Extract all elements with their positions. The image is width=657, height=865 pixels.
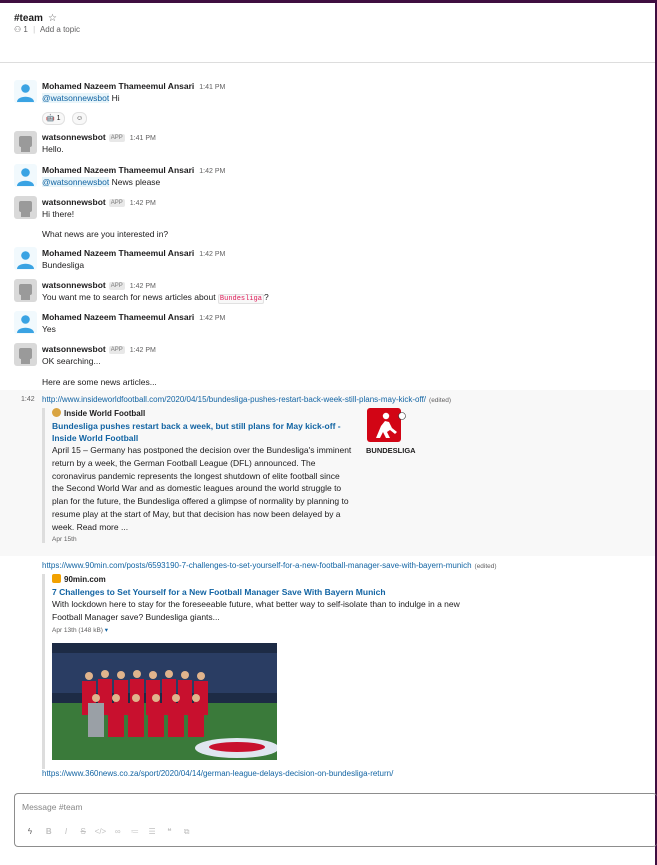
site-favicon-icon <box>52 408 61 417</box>
code-icon[interactable]: </> <box>94 827 107 836</box>
bundesliga-logo-thumbnail[interactable]: BUNDESLIGA <box>364 408 416 456</box>
user-name[interactable]: Mohamed Nazeem Thameemul Ansari <box>42 81 194 91</box>
edited-label: (edited) <box>429 397 452 404</box>
timestamp[interactable]: 1:41 PM <box>199 84 225 91</box>
italic-icon[interactable]: I <box>59 827 72 836</box>
timestamp[interactable]: 1:42 PM <box>199 168 225 175</box>
timestamp[interactable]: 1:42 PM <box>130 283 156 290</box>
formatting-toolbar: ϟ B I S </> ∞ ≔ ☰ ❝ ⧉ <box>22 827 195 839</box>
star-icon[interactable]: ☆ <box>48 13 57 24</box>
message-text: Yes <box>42 324 56 334</box>
user-name[interactable]: Mohamed Nazeem Thameemul Ansari <box>42 165 194 175</box>
message-text: Hi there! <box>42 209 75 219</box>
bot-avatar[interactable] <box>14 196 37 219</box>
app-badge: APP <box>108 346 125 354</box>
app-badge: APP <box>108 134 125 142</box>
user-name[interactable]: watsonnewsbot <box>42 280 106 290</box>
robot-icon: 🤖 <box>46 115 55 122</box>
message-text: Bundesliga <box>42 260 85 270</box>
message-text: You want me to search for news articles … <box>42 292 218 302</box>
strike-icon[interactable]: S <box>77 827 90 836</box>
add-reaction-button[interactable]: ☺ <box>72 112 88 125</box>
caret-down-icon[interactable]: ▾ <box>105 627 108 634</box>
preview-date: Apr 13th (148 kB) ▾ <box>52 626 472 634</box>
message-text: News please <box>111 177 161 187</box>
channel-header: #team ☆ ⚇ 1 | Add a topic <box>0 3 655 63</box>
link-message: http://www.insideworldfootball.com/2020/… <box>42 394 451 406</box>
bot-avatar[interactable] <box>14 279 37 302</box>
message-text: Hi <box>111 93 120 103</box>
user-name[interactable]: watsonnewsbot <box>42 132 106 142</box>
article-link[interactable]: https://www.90min.com/posts/6593190-7-ch… <box>42 561 472 570</box>
app-badge: APP <box>108 199 125 207</box>
site-favicon-icon <box>52 574 61 583</box>
team-photo-preview[interactable] <box>52 643 277 760</box>
user-name[interactable]: Mohamed Nazeem Thameemul Ansari <box>42 312 194 322</box>
preview-description: April 15 – Germany has postponed the dec… <box>52 445 352 532</box>
channel-details: ⚇ 1 | Add a topic <box>14 25 80 34</box>
add-topic-link[interactable]: Add a topic <box>40 25 80 34</box>
channel-name[interactable]: #team <box>14 13 43 24</box>
message-text-end: ? <box>263 292 269 302</box>
member-count[interactable]: 1 <box>23 25 27 34</box>
inline-code: Bundesliga <box>217 294 264 304</box>
preview-date-text: Apr 13th (148 kB) <box>52 626 103 634</box>
edited-label: (edited) <box>474 563 497 570</box>
timestamp[interactable]: 1:41 PM <box>130 135 156 142</box>
site-name[interactable]: 90min.com <box>64 575 106 584</box>
app-badge: APP <box>108 282 125 290</box>
article-link[interactable]: http://www.insideworldfootball.com/2020/… <box>42 395 426 404</box>
code-block-icon[interactable]: ⧉ <box>180 827 193 837</box>
link-preview: Inside World Football Bundesliga pushes … <box>42 408 352 543</box>
message-text: OK searching... <box>42 356 101 366</box>
divider: | <box>33 25 36 34</box>
message-text: Hello. <box>42 144 64 154</box>
bolt-icon[interactable]: ϟ <box>22 827 38 836</box>
preview-date: Apr 15th <box>52 535 77 543</box>
bot-avatar[interactable] <box>14 131 37 154</box>
timestamp[interactable]: 1:42 PM <box>199 315 225 322</box>
user-avatar[interactable] <box>14 164 37 187</box>
add-emoji-icon: ☺ <box>76 115 84 122</box>
person-icon[interactable]: ⚇ <box>14 25 21 34</box>
user-avatar[interactable] <box>14 311 37 334</box>
user-name[interactable]: watsonnewsbot <box>42 197 106 207</box>
ordered-list-icon[interactable]: ≔ <box>128 827 141 836</box>
message-followup: Here are some news articles... <box>42 377 157 387</box>
bold-icon[interactable]: B <box>42 827 55 836</box>
user-avatar[interactable] <box>14 80 37 103</box>
preview-description: With lockdown here to stay for the fores… <box>52 599 460 622</box>
timestamp[interactable]: 1:42 PM <box>199 251 225 258</box>
article-link[interactable]: https://www.360news.co.za/sport/2020/04/… <box>42 769 393 778</box>
mention[interactable]: @watsonnewsbot <box>42 177 110 187</box>
link-icon[interactable]: ∞ <box>111 827 124 836</box>
bot-avatar[interactable] <box>14 343 37 366</box>
user-avatar[interactable] <box>14 247 37 270</box>
reaction[interactable]: 🤖 1 <box>42 112 65 125</box>
mention[interactable]: @watsonnewsbot <box>42 93 110 103</box>
user-name[interactable]: watsonnewsbot <box>42 344 106 354</box>
timestamp[interactable]: 1:42 PM <box>130 347 156 354</box>
gutter-timestamp[interactable]: 1:42 <box>21 396 35 403</box>
preview-title[interactable]: 7 Challenges to Set Yourself for a New F… <box>52 586 472 598</box>
quote-icon[interactable]: ❝ <box>163 827 176 836</box>
preview-title[interactable]: Bundesliga pushes restart back a week, b… <box>52 420 352 444</box>
timestamp[interactable]: 1:42 PM <box>130 200 156 207</box>
reaction-count: 1 <box>56 115 61 122</box>
user-name[interactable]: Mohamed Nazeem Thameemul Ansari <box>42 248 194 258</box>
link-message: https://www.90min.com/posts/6593190-7-ch… <box>42 560 497 572</box>
site-name[interactable]: Inside World Football <box>64 409 145 418</box>
link-message: https://www.360news.co.za/sport/2020/04/… <box>42 768 393 779</box>
bullet-list-icon[interactable]: ☰ <box>146 827 159 836</box>
bundesliga-wordmark: BUNDESLIGA <box>366 446 416 455</box>
message-followup: What news are you interested in? <box>42 229 169 239</box>
message-composer[interactable]: Message #team ϟ B I S </> ∞ ≔ ☰ ❝ ⧉ <box>14 793 657 847</box>
message-input-placeholder[interactable]: Message #team <box>22 802 82 812</box>
